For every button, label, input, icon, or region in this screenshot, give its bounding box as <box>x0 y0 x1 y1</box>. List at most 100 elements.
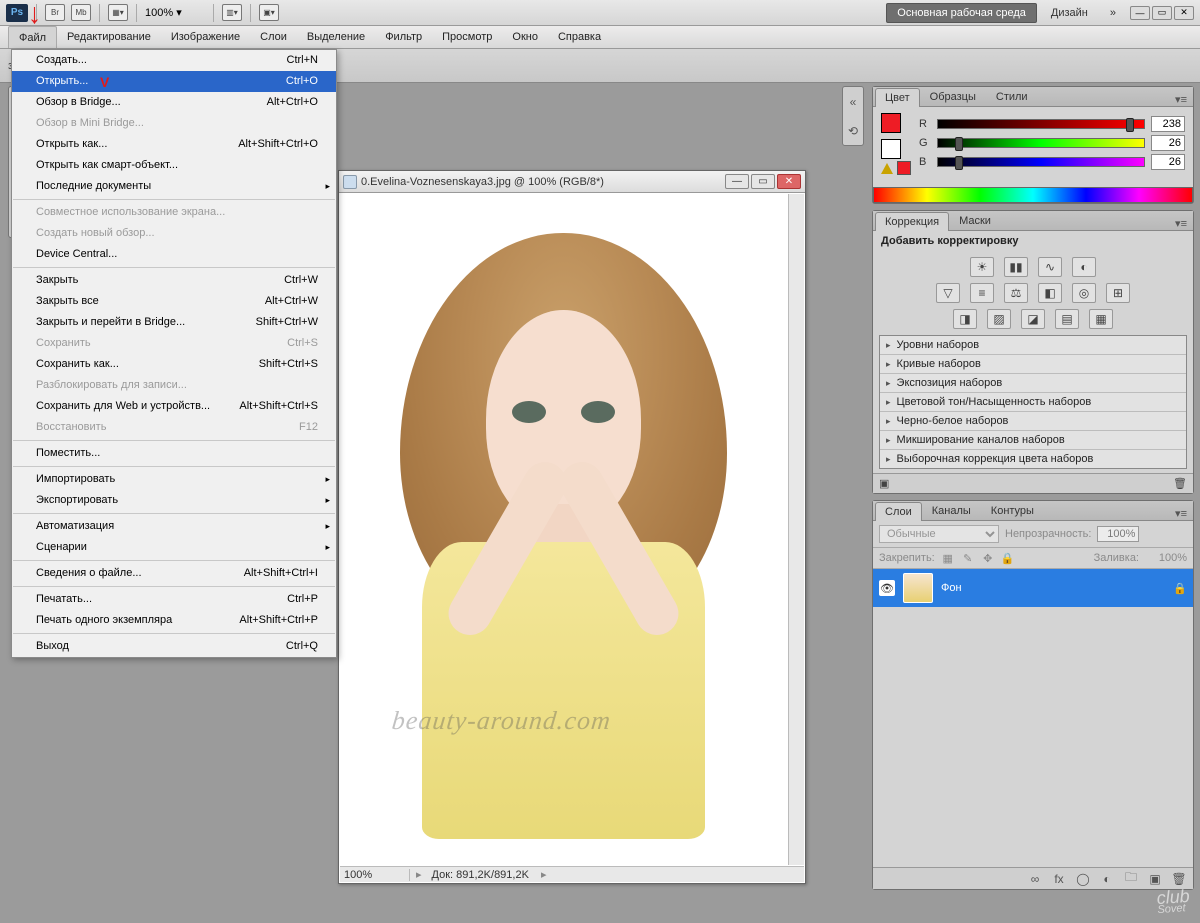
color-spectrum[interactable] <box>873 187 1193 203</box>
close-button[interactable]: ✕ <box>1174 6 1194 20</box>
document-titlebar[interactable]: 0.Evelina-Voznesenskaya3.jpg @ 100% (RGB… <box>339 171 805 193</box>
selective-color-icon[interactable]: ▦ <box>1089 309 1113 329</box>
adjustment-preset-item[interactable]: Микширование каналов наборов <box>880 431 1186 450</box>
menu-window[interactable]: Окно <box>502 26 548 48</box>
preset-expand-icon[interactable]: ▣ <box>879 477 889 490</box>
file-menu-item[interactable]: Закрыть всеAlt+Ctrl+W <box>12 291 336 312</box>
lock-pixels-icon[interactable]: ✎ <box>961 551 975 565</box>
tab-color[interactable]: Цвет <box>875 88 920 107</box>
blend-mode-select[interactable]: Обычные <box>879 525 999 543</box>
color-foreground-swatch[interactable] <box>881 113 901 133</box>
file-menu-item[interactable]: Сценарии <box>12 537 336 558</box>
menu-edit[interactable]: Редактирование <box>57 26 161 48</box>
tab-masks[interactable]: Маски <box>949 211 1001 230</box>
tab-adjustments[interactable]: Коррекция <box>875 212 949 231</box>
layer-mask-icon[interactable]: ◯ <box>1075 871 1091 887</box>
menu-image[interactable]: Изображение <box>161 26 250 48</box>
tab-layers[interactable]: Слои <box>875 502 922 521</box>
maximize-button[interactable]: ▭ <box>1152 6 1172 20</box>
lock-transparency-icon[interactable]: ▦ <box>941 551 955 565</box>
menu-select[interactable]: Выделение <box>297 26 375 48</box>
panel-menu-icon[interactable]: ▾≡ <box>1169 217 1193 230</box>
file-menu-item[interactable]: Сведения о файле...Alt+Shift+Ctrl+I <box>12 563 336 584</box>
color-value[interactable]: 238 <box>1151 116 1185 132</box>
doc-minimize-button[interactable]: — <box>725 174 749 189</box>
posterize-icon[interactable]: ▨ <box>987 309 1011 329</box>
vibrance-icon[interactable]: ▽ <box>936 283 960 303</box>
status-zoom[interactable]: 100% <box>340 869 410 881</box>
panel-menu-icon[interactable]: ▾≡ <box>1169 93 1193 106</box>
workspace-design-link[interactable]: Дизайн <box>1043 7 1096 19</box>
file-menu-item[interactable]: Открыть как смарт-объект... <box>12 155 336 176</box>
adjustment-preset-item[interactable]: Выборочная коррекция цвета наборов <box>880 450 1186 468</box>
channel-mixer-icon[interactable]: ⊞ <box>1106 283 1130 303</box>
file-menu-item[interactable]: Печатать...Ctrl+P <box>12 589 336 610</box>
layer-group-icon[interactable]: 🗀 <box>1123 871 1139 887</box>
color-slider-track[interactable] <box>937 138 1145 148</box>
gamut-warning-icon[interactable] <box>881 163 893 174</box>
screen-mode-button[interactable]: ▣▾ <box>259 4 279 21</box>
doc-close-button[interactable]: ✕ <box>777 174 801 189</box>
layer-style-icon[interactable]: fx <box>1051 871 1067 887</box>
status-docsize[interactable]: Док: 891,2K/891,2K <box>426 869 535 881</box>
file-menu-item[interactable]: Обзор в Bridge...Alt+Ctrl+O <box>12 92 336 113</box>
menu-view[interactable]: Просмотр <box>432 26 502 48</box>
new-layer-icon[interactable]: ▣ <box>1147 871 1163 887</box>
file-menu-item[interactable]: Device Central... <box>12 244 336 265</box>
levels-icon[interactable]: ▮▮ <box>1004 257 1028 277</box>
balance-icon[interactable]: ⚖ <box>1004 283 1028 303</box>
adjustment-preset-item[interactable]: Цветовой тон/Насыщенность наборов <box>880 393 1186 412</box>
doc-maximize-button[interactable]: ▭ <box>751 174 775 189</box>
curves-icon[interactable]: ∿ <box>1038 257 1062 277</box>
adjustment-preset-item[interactable]: Уровни наборов <box>880 336 1186 355</box>
file-menu-item[interactable]: ЗакрытьCtrl+W <box>12 270 336 291</box>
adjustment-preset-item[interactable]: Черно-белое наборов <box>880 412 1186 431</box>
document-vscrollbar[interactable] <box>788 194 804 865</box>
tab-channels[interactable]: Каналы <box>922 501 981 520</box>
adjustment-preset-item[interactable]: Кривые наборов <box>880 355 1186 374</box>
adjustment-preset-item[interactable]: Экспозиция наборов <box>880 374 1186 393</box>
workspace-button[interactable]: Основная рабочая среда <box>886 3 1037 23</box>
collapsed-dock[interactable]: « ⟲ <box>842 86 864 146</box>
panel-menu-icon[interactable]: ▾≡ <box>1169 507 1193 520</box>
link-layers-icon[interactable]: ∞ <box>1027 871 1043 887</box>
tab-paths[interactable]: Контуры <box>981 501 1044 520</box>
file-menu-item[interactable]: Последние документы <box>12 176 336 197</box>
color-slider-track[interactable] <box>937 157 1145 167</box>
file-menu-item[interactable]: Экспортировать <box>12 490 336 511</box>
brightness-icon[interactable]: ☀ <box>970 257 994 277</box>
document-canvas[interactable]: beauty-around.com <box>340 194 787 865</box>
hue-icon[interactable]: ≡ <box>970 283 994 303</box>
layer-opacity-value[interactable]: 100% <box>1097 526 1139 542</box>
expand-dock-icon[interactable]: « <box>850 95 857 109</box>
delete-layer-icon[interactable]: 🗑 <box>1171 871 1187 887</box>
menu-filter[interactable]: Фильтр <box>375 26 432 48</box>
arrange-documents-button[interactable]: ▥▾ <box>222 4 242 21</box>
color-value[interactable]: 26 <box>1151 154 1185 170</box>
layer-visibility-icon[interactable]: 👁 <box>879 580 895 596</box>
file-menu-item[interactable]: Создать...Ctrl+N <box>12 50 336 71</box>
lock-position-icon[interactable]: ✥ <box>981 551 995 565</box>
minibridge-button[interactable]: Mb <box>71 4 91 21</box>
layer-name[interactable]: Фон <box>941 582 962 594</box>
zoom-level[interactable]: 100% ▾ <box>145 6 205 19</box>
tab-swatches[interactable]: Образцы <box>920 87 986 106</box>
workspace-more-icon[interactable]: » <box>1102 7 1124 19</box>
file-menu-item[interactable]: Открыть...Ctrl+O <box>12 71 336 92</box>
history-icon[interactable]: ⟲ <box>848 124 858 138</box>
file-menu-item[interactable]: Закрыть и перейти в Bridge...Shift+Ctrl+… <box>12 312 336 333</box>
minimize-button[interactable]: — <box>1130 6 1150 20</box>
file-menu-item[interactable]: Поместить... <box>12 443 336 464</box>
adjustment-layer-icon[interactable]: ◐ <box>1099 871 1115 887</box>
gradient-map-icon[interactable]: ▤ <box>1055 309 1079 329</box>
view-extras-button[interactable]: ▦▾ <box>108 4 128 21</box>
layer-row[interactable]: 👁 Фон 🔒 <box>873 569 1193 607</box>
layer-fill-value[interactable]: 100% <box>1145 552 1187 564</box>
layer-thumbnail[interactable] <box>903 573 933 603</box>
menu-layer[interactable]: Слои <box>250 26 297 48</box>
invert-icon[interactable]: ◨ <box>953 309 977 329</box>
bridge-button[interactable]: Br <box>45 4 65 21</box>
bw-icon[interactable]: ◧ <box>1038 283 1062 303</box>
file-menu-item[interactable]: Сохранить как...Shift+Ctrl+S <box>12 354 336 375</box>
color-value[interactable]: 26 <box>1151 135 1185 151</box>
